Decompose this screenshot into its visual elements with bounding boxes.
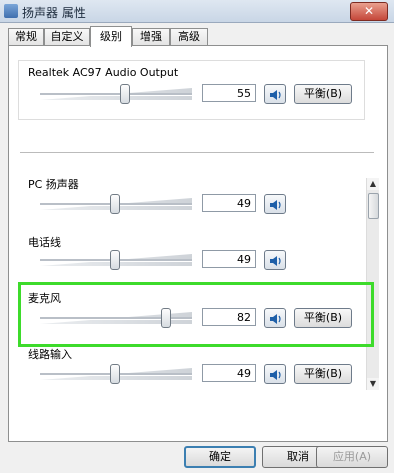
speaker-icon [270,200,281,210]
device-name-phone-line: 电话线 [28,236,61,249]
volume-value-field[interactable]: 49 [202,194,256,212]
window-title: 扬声器 属性 [22,6,86,20]
close-button[interactable]: ✕ [350,2,388,21]
volume-slider-phone-line[interactable] [40,250,192,270]
volume-value-field[interactable]: 49 [202,364,256,382]
tab-general[interactable]: 常规 [8,28,44,45]
tab-levels[interactable]: 级别 [90,26,132,47]
device-name: Realtek AC97 Audio Output [28,66,179,79]
volume-slider-line-in[interactable] [40,364,192,384]
slider-thumb[interactable] [110,364,121,384]
speaker-app-icon [4,4,18,18]
device-name-pc-speaker: PC 扬声器 [28,178,79,191]
apply-button[interactable]: 应用(A) [316,446,388,468]
slider-thumb[interactable] [119,84,130,104]
balance-button[interactable]: 平衡(B) [294,364,352,384]
speaker-mute-button[interactable] [264,194,286,214]
scroll-down-arrow-icon[interactable]: ▼ [367,378,379,390]
volume-slider-pc-speaker[interactable] [40,194,192,214]
device-name-line-in: 线路输入 [28,348,72,361]
speaker-icon [270,90,281,100]
tab-custom[interactable]: 自定义 [44,28,90,45]
speaker-mute-button[interactable] [264,364,286,384]
slider-thumb[interactable] [110,194,121,214]
tab-advanced[interactable]: 高级 [170,28,208,45]
volume-slider[interactable] [40,84,192,104]
separator [20,152,374,153]
speaker-icon [270,256,281,266]
title-bar: 扬声器 属性 ✕ [0,0,394,23]
tab-enhancements[interactable]: 增强 [132,28,170,45]
speaker-icon [270,370,281,380]
speaker-mute-button[interactable] [264,250,286,270]
speaker-mute-button[interactable] [264,84,286,104]
volume-value-field[interactable]: 55 [202,84,256,102]
scroll-thumb[interactable] [368,193,379,219]
scroll-up-arrow-icon[interactable]: ▲ [367,178,379,190]
volume-value-field[interactable]: 49 [202,250,256,268]
highlight-box [18,282,374,347]
balance-button[interactable]: 平衡(B) [294,84,352,104]
ok-button[interactable]: 确定 [184,446,256,468]
slider-thumb[interactable] [110,250,121,270]
